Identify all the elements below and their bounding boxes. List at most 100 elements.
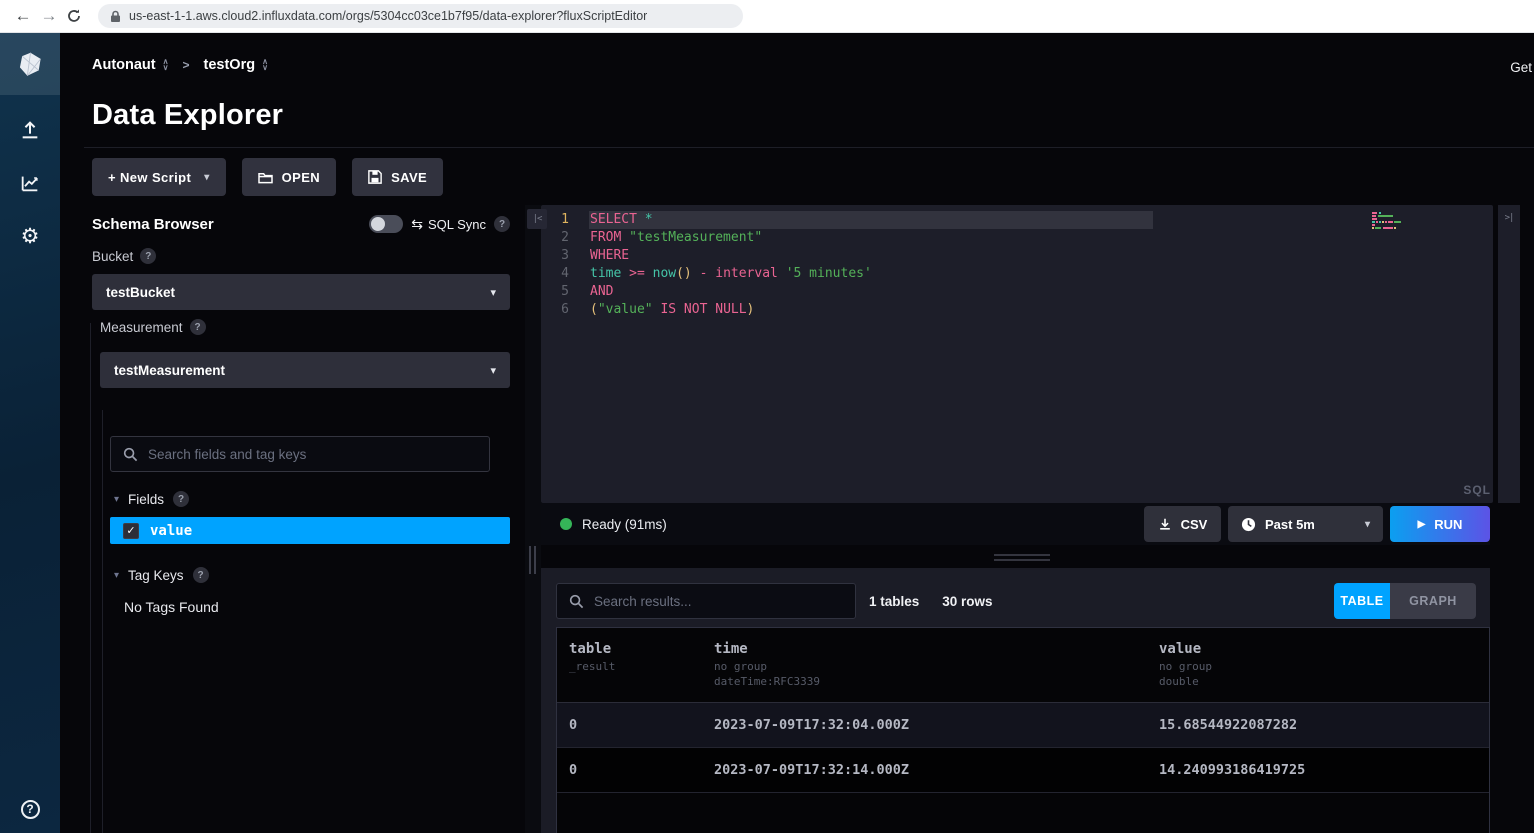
results-search [556,583,856,619]
rows-count: 30 rows [942,594,992,609]
code-line[interactable]: 6("value" IS NOT NULL) [541,301,1493,319]
download-icon [1158,517,1172,531]
breadcrumb: Autonaut ∧∨ > testOrg ∧∨ [92,57,268,73]
schema-search [110,436,490,472]
breadcrumb-suborg[interactable]: testOrg ∧∨ [204,57,268,73]
code-line[interactable]: 1SELECT * [541,211,1493,229]
influxdb-logo[interactable] [0,33,60,95]
time-range-dropdown[interactable]: Past 5m ▾ [1228,506,1383,542]
play-icon: ▶ [1418,519,1426,530]
tables-count: 1 tables [869,594,919,609]
sync-arrows-icon: ⇆ [411,216,423,233]
code-line[interactable]: 5AND [541,283,1493,301]
chevron-down-icon: ▾ [114,494,119,505]
tab-graph[interactable]: GRAPH [1390,583,1476,619]
breadcrumb-org[interactable]: Autonaut ∧∨ [92,57,168,73]
title-divider [84,147,1534,148]
floppy-disk-icon [368,170,382,184]
view-toggle: TABLE GRAPH [1334,583,1476,619]
horizontal-splitter[interactable] [541,545,1534,568]
code-line[interactable]: 4time >= now() - interval '5 minutes' [541,265,1493,283]
query-status-bar: Ready (91ms) CSV Past 5m ▾ ▶ RUN [541,503,1490,545]
sql-sync-help-icon[interactable]: ? [494,216,510,232]
chevron-down-icon: ▾ [490,286,496,299]
new-script-button[interactable]: + New Script ▾ [92,158,226,196]
no-tags-found-text: No Tags Found [124,599,219,615]
language-label: SQL [1463,483,1491,497]
help-icon[interactable]: ? [0,792,60,826]
table-row: 02023-07-09T17:32:04.000Z15.685449220872… [557,703,1489,748]
address-bar[interactable]: us-east-1-1.aws.cloud2.influxdata.com/or… [98,4,743,28]
schema-browser-title: Schema Browser [92,216,214,233]
measurement-help-icon[interactable]: ? [190,319,206,335]
url-text: us-east-1-1.aws.cloud2.influxdata.com/or… [129,9,647,23]
sql-sync-toggle[interactable] [369,215,403,233]
table-row: 02023-07-09T17:32:14.000Z14.240993186419… [557,748,1489,793]
clock-icon [1241,517,1256,532]
schema-browser-panel: Schema Browser ⇆ SQL Sync ? Bucket ? tes… [80,215,510,833]
field-value-label: value [150,523,192,539]
tag-keys-section-header[interactable]: ▾ Tag Keys ? [114,567,209,583]
code-line[interactable]: 3WHERE [541,247,1493,265]
search-icon [569,594,584,609]
browser-chrome: ← → us-east-1-1.aws.cloud2.influxdata.co… [0,0,1534,33]
chevron-down-icon: ▾ [490,364,496,377]
browser-back-icon[interactable]: ← [10,6,36,26]
fields-help-icon[interactable]: ? [173,491,189,507]
toolbar: + New Script ▾ OPEN SAVE [92,158,443,196]
chevron-down-icon: ▾ [204,172,209,183]
editor-minimap[interactable] [1372,211,1402,229]
bucket-help-icon[interactable]: ? [140,248,156,264]
lock-icon [110,10,121,23]
run-button[interactable]: ▶ RUN [1390,506,1490,542]
save-button[interactable]: SAVE [352,158,443,196]
results-table: table_resulttimeno groupdateTime:RFC3339… [556,627,1490,833]
status-text: Ready (91ms) [582,517,667,532]
search-icon [123,447,138,462]
csv-download-button[interactable]: CSV [1144,506,1221,542]
collapse-left-icon[interactable]: |< [527,209,547,229]
indent-guide [102,410,103,833]
checkbox-checked-icon[interactable]: ✓ [123,523,139,539]
breadcrumb-separator: > [182,58,189,72]
main-area: Autonaut ∧∨ > testOrg ∧∨ Get Data Explor… [60,33,1534,833]
bucket-dropdown[interactable]: testBucket ▾ [92,274,510,310]
table-column-header: table_result [569,641,714,702]
top-right-promo[interactable]: Get [1510,60,1532,75]
nav-sidebar: ⚙ ? [0,33,60,833]
code-lines: 1SELECT *2FROM "testMeasurement"3WHERE4t… [541,211,1493,319]
data-explorer-icon[interactable] [0,166,60,200]
browser-forward-icon[interactable]: → [36,6,62,26]
vertical-splitter[interactable] [525,205,541,833]
collapse-right-icon[interactable]: >| [1501,213,1517,223]
results-table-header: table_resulttimeno groupdateTime:RFC3339… [557,628,1489,703]
upload-icon[interactable] [0,113,60,147]
chevron-down-icon: ▾ [1365,519,1370,530]
folder-icon [258,171,273,184]
schema-search-input[interactable] [148,447,477,462]
fields-section-header[interactable]: ▾ Fields ? [114,491,189,507]
results-table-body: 02023-07-09T17:32:04.000Z15.685449220872… [557,703,1489,793]
sql-editor[interactable]: 1SELECT *2FROM "testMeasurement"3WHERE4t… [541,205,1493,503]
org-switcher-icon[interactable]: ∧∨ [163,59,169,71]
bucket-label: Bucket ? [92,248,156,264]
settings-gear-icon[interactable]: ⚙ [0,219,60,253]
field-item-value[interactable]: ✓ value [110,517,510,544]
code-line[interactable]: 2FROM "testMeasurement" [541,229,1493,247]
browser-reload-icon[interactable] [66,8,82,24]
measurement-dropdown[interactable]: testMeasurement ▾ [100,352,510,388]
chevron-down-icon: ▾ [114,570,119,581]
status-dot-icon [560,518,572,530]
measurement-label: Measurement ? [100,319,206,335]
table-column-header: timeno groupdateTime:RFC3339 [714,641,1159,702]
suborg-switcher-icon[interactable]: ∧∨ [262,59,268,71]
indent-guide [90,323,91,833]
sql-sync-label: ⇆ SQL Sync [411,216,486,233]
results-search-input[interactable] [594,594,843,609]
table-column-header: valueno groupdouble [1159,641,1489,702]
tag-keys-help-icon[interactable]: ? [193,567,209,583]
right-panel-strip: >| [1498,205,1520,503]
open-button[interactable]: OPEN [242,158,336,196]
tab-table[interactable]: TABLE [1334,583,1390,619]
results-panel: 1 tables 30 rows TABLE GRAPH table_resul… [541,568,1490,833]
